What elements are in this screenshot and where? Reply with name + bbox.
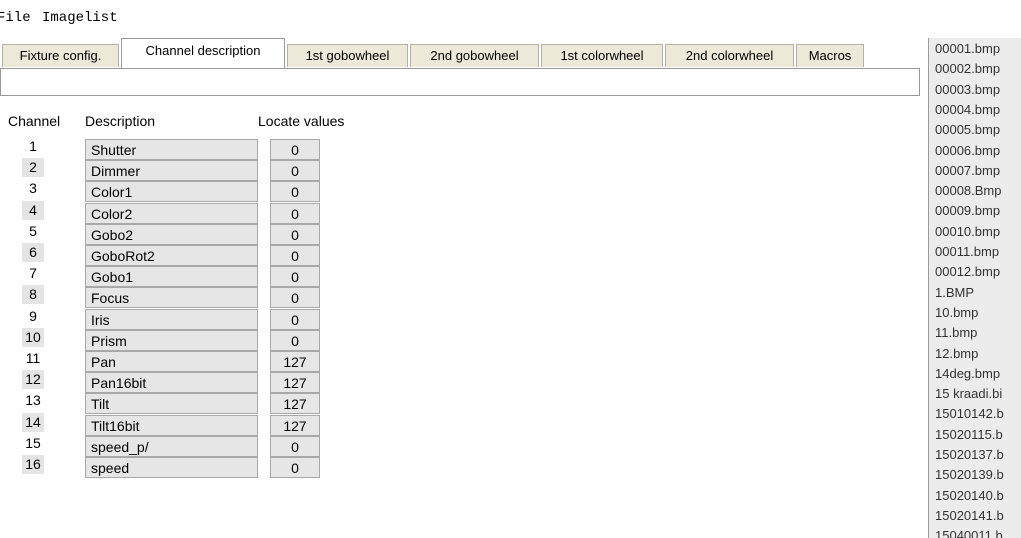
image-list-item[interactable]: 15020139.b xyxy=(935,467,1004,482)
header-description: Description xyxy=(85,113,156,129)
image-list-item[interactable]: 11.bmp xyxy=(935,325,977,340)
channel-number: 9 xyxy=(29,308,37,324)
channel-number: 10 xyxy=(22,328,44,347)
image-list-item[interactable]: 00009.bmp xyxy=(935,203,1000,218)
channel-number: 7 xyxy=(29,265,37,281)
locate-value-field[interactable]: 0 xyxy=(270,287,320,308)
image-list-item[interactable]: 00011.bmp xyxy=(935,244,999,259)
locate-value-field[interactable]: 0 xyxy=(270,203,320,224)
image-list-item[interactable]: 12.bmp xyxy=(935,346,978,361)
image-list-item[interactable]: 00005.bmp xyxy=(935,122,1000,137)
image-list-item[interactable]: 14deg.bmp xyxy=(935,366,1000,381)
channel-description-field[interactable]: Color2 xyxy=(85,203,258,224)
channel-description-field[interactable]: Pan xyxy=(85,351,258,372)
image-list-item[interactable]: 00012.bmp xyxy=(935,264,1000,279)
channel-number: 13 xyxy=(25,392,41,408)
channel-description-field[interactable]: Shutter xyxy=(85,139,258,160)
tab-panel-header xyxy=(0,68,920,96)
tab-1st-colorwheel[interactable]: 1st colorwheel xyxy=(541,44,663,67)
channel-description-field[interactable]: Focus xyxy=(85,287,258,308)
channel-description-field[interactable]: Iris xyxy=(85,309,258,330)
tab-channel-description[interactable]: Channel description xyxy=(121,38,285,68)
locate-value-field[interactable]: 0 xyxy=(270,309,320,330)
menu-imagelist[interactable]: Imagelist xyxy=(42,10,118,26)
channel-number: 14 xyxy=(22,413,44,432)
image-list-item[interactable]: 15010142.b xyxy=(935,406,1004,421)
image-list-item[interactable]: 15020115.b xyxy=(935,427,1003,442)
image-list-item[interactable]: 00004.bmp xyxy=(935,102,1000,117)
image-list-item[interactable]: 00008.Bmp xyxy=(935,183,1002,198)
image-list-item[interactable]: 00007.bmp xyxy=(935,163,1000,178)
locate-value-field[interactable]: 0 xyxy=(270,160,320,181)
channel-number: 15 xyxy=(25,435,41,451)
channel-number: 16 xyxy=(22,455,44,474)
channel-number: 2 xyxy=(22,158,44,177)
channel-description-field[interactable]: Gobo2 xyxy=(85,224,258,245)
channel-description-field[interactable]: speed_p/ xyxy=(85,436,258,457)
image-list-item[interactable]: 15020141.b xyxy=(935,508,1004,523)
locate-value-field[interactable]: 127 xyxy=(270,415,320,436)
tab-2nd-colorwheel[interactable]: 2nd colorwheel xyxy=(665,44,794,67)
channel-number: 8 xyxy=(22,285,44,304)
image-list-item[interactable]: 15040011.b xyxy=(935,528,1003,538)
channel-description-field[interactable]: Tilt16bit xyxy=(85,415,258,436)
image-list-item[interactable]: 00002.bmp xyxy=(935,61,1000,76)
channel-number: 5 xyxy=(29,223,37,239)
menu-file[interactable]: File xyxy=(0,10,31,26)
channel-number: 4 xyxy=(22,201,44,220)
channel-description-field[interactable]: Tilt xyxy=(85,393,258,414)
locate-value-field[interactable]: 127 xyxy=(270,372,320,393)
header-locate-values: Locate values xyxy=(258,113,345,129)
locate-value-field[interactable]: 0 xyxy=(270,457,320,478)
tab-2nd-gobowheel[interactable]: 2nd gobowheel xyxy=(410,44,539,67)
image-list-item[interactable]: 00003.bmp xyxy=(935,82,1000,97)
locate-value-field[interactable]: 0 xyxy=(270,181,320,202)
channel-number: 12 xyxy=(22,370,44,389)
locate-value-field[interactable]: 0 xyxy=(270,139,320,160)
channel-description-field[interactable]: Gobo1 xyxy=(85,266,258,287)
locate-value-field[interactable]: 0 xyxy=(270,330,320,351)
image-list-item[interactable]: 15020140.b xyxy=(935,488,1004,503)
channel-number: 11 xyxy=(25,350,41,366)
locate-value-field[interactable]: 0 xyxy=(270,436,320,457)
channel-number: 3 xyxy=(29,180,37,196)
tab-strip: Fixture config. Channel description 1st … xyxy=(0,38,922,68)
channel-description-field[interactable]: Pan16bit xyxy=(85,372,258,393)
image-list-item[interactable]: 00001.bmp xyxy=(935,41,1000,56)
image-list-item[interactable]: 00010.bmp xyxy=(935,224,1000,239)
tab-1st-gobowheel[interactable]: 1st gobowheel xyxy=(287,44,408,67)
image-list-item[interactable]: 10.bmp xyxy=(935,305,978,320)
header-channel: Channel xyxy=(8,113,61,129)
locate-value-field[interactable]: 0 xyxy=(270,266,320,287)
channel-number: 1 xyxy=(29,138,37,154)
menu-bar: File Imagelist xyxy=(0,0,1021,32)
tab-macros[interactable]: Macros xyxy=(796,44,864,67)
locate-value-field[interactable]: 0 xyxy=(270,245,320,266)
channel-description-field[interactable]: Prism xyxy=(85,330,258,351)
channel-description-field[interactable]: speed xyxy=(85,457,258,478)
channel-number: 6 xyxy=(22,243,44,262)
channel-description-field[interactable]: GoboRot2 xyxy=(85,245,258,266)
tab-fixture-config[interactable]: Fixture config. xyxy=(2,44,119,67)
channel-description-field[interactable]: Color1 xyxy=(85,181,258,202)
locate-value-field[interactable]: 127 xyxy=(270,351,320,372)
image-list-item[interactable]: 00006.bmp xyxy=(935,143,1000,158)
image-list[interactable]: 00001.bmp 00002.bmp 00003.bmp 00004.bmp 0000… xyxy=(928,38,1021,538)
locate-value-field[interactable]: 127 xyxy=(270,393,320,414)
locate-value-field[interactable]: 0 xyxy=(270,224,320,245)
image-list-item[interactable]: 15020137.b xyxy=(935,447,1004,462)
channel-description-field[interactable]: Dimmer xyxy=(85,160,258,181)
image-list-item[interactable]: 15 kraadi.bi xyxy=(935,386,1002,401)
image-list-item[interactable]: 1.BMP xyxy=(935,285,974,300)
